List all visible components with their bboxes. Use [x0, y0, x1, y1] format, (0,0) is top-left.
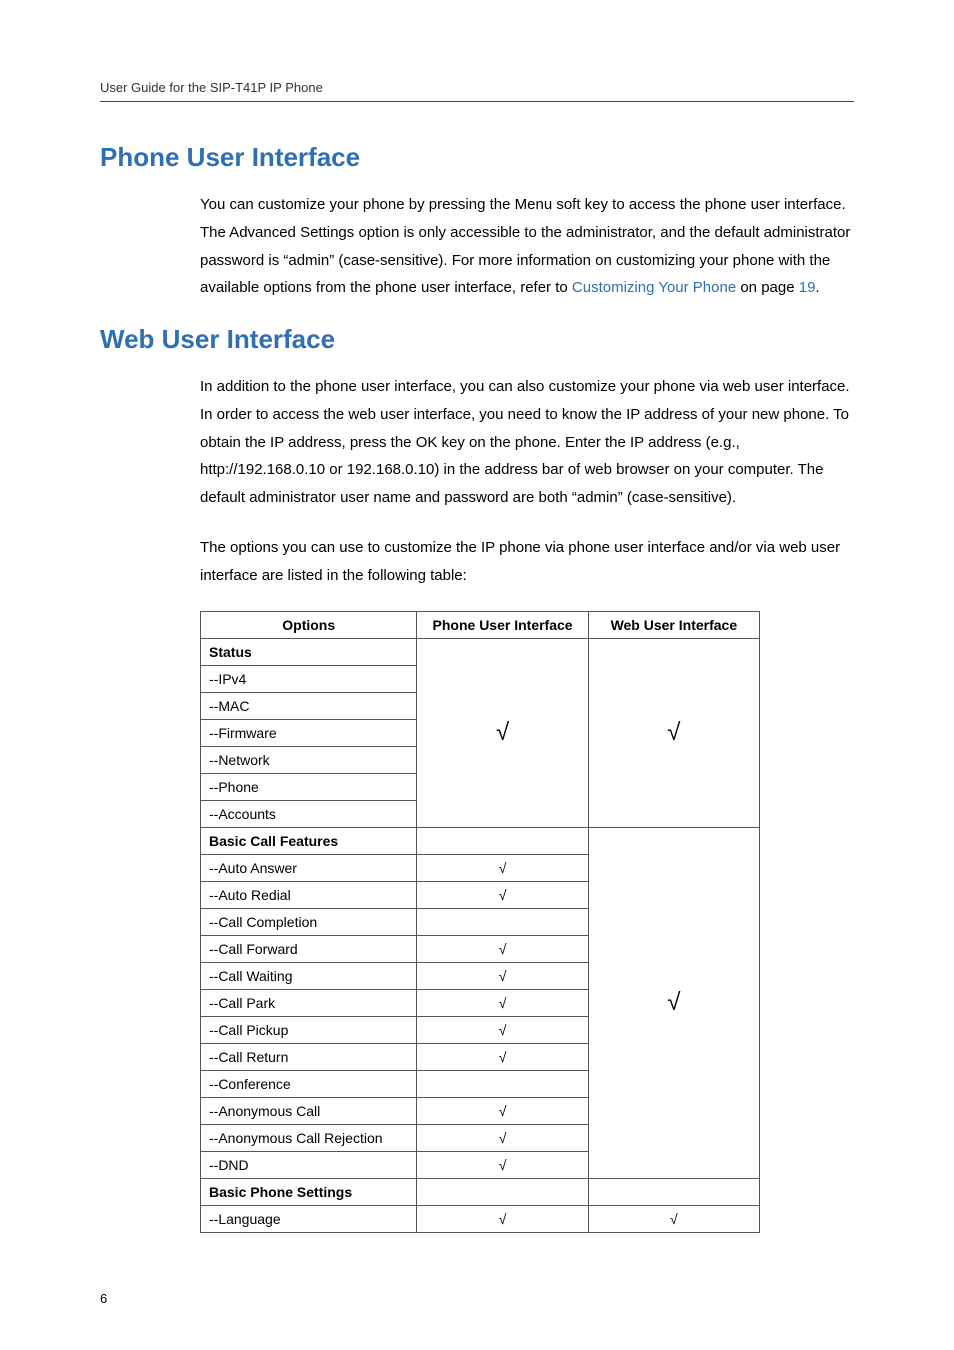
table-row: --Language √ √: [201, 1206, 760, 1233]
cell-call-return-pui: √: [417, 1044, 588, 1071]
cell-network: --Network: [201, 747, 417, 774]
table-row: Basic Call Features √: [201, 828, 760, 855]
cell-call-forward-pui: √: [417, 936, 588, 963]
cell-status-wui: √: [588, 639, 759, 828]
cell-dnd: --DND: [201, 1152, 417, 1179]
cell-conference-pui: [417, 1071, 588, 1098]
options-table: Options Phone User Interface Web User In…: [200, 611, 760, 1233]
cell-call-return: --Call Return: [201, 1044, 417, 1071]
text-on-page: on page: [736, 279, 799, 296]
cell-bcf-pui: [417, 828, 588, 855]
cell-firmware: --Firmware: [201, 720, 417, 747]
link-page-ref[interactable]: 19: [799, 279, 816, 296]
cell-auto-answer: --Auto Answer: [201, 855, 417, 882]
cell-call-park: --Call Park: [201, 990, 417, 1017]
link-customizing-your-phone[interactable]: Customizing Your Phone: [572, 279, 736, 296]
check-icon: √: [499, 1022, 507, 1038]
cell-anon-rej-pui: √: [417, 1125, 588, 1152]
cell-conference: --Conference: [201, 1071, 417, 1098]
page: User Guide for the SIP-T41P IP Phone Pho…: [0, 0, 954, 1350]
paragraph-web-ui-1: In addition to the phone user interface,…: [200, 373, 854, 512]
col-header-web-ui: Web User Interface: [588, 612, 759, 639]
running-head: User Guide for the SIP-T41P IP Phone: [100, 80, 854, 102]
check-icon: √: [499, 1130, 507, 1146]
cell-ipv4: --IPv4: [201, 666, 417, 693]
cell-phone: --Phone: [201, 774, 417, 801]
check-icon: √: [499, 1049, 507, 1065]
cell-status: Status: [201, 639, 417, 666]
check-icon: √: [496, 719, 509, 746]
cell-bcf: Basic Call Features: [201, 828, 417, 855]
cell-call-pickup-pui: √: [417, 1017, 588, 1044]
cell-dnd-pui: √: [417, 1152, 588, 1179]
check-icon: √: [499, 860, 507, 876]
cell-accounts: --Accounts: [201, 801, 417, 828]
table-header-row: Options Phone User Interface Web User In…: [201, 612, 760, 639]
cell-status-pui: √: [417, 639, 588, 828]
text-period: .: [815, 279, 819, 296]
check-icon: √: [499, 1211, 507, 1227]
check-icon: √: [670, 1211, 678, 1227]
cell-anon-call: --Anonymous Call: [201, 1098, 417, 1125]
cell-language-wui: √: [588, 1206, 759, 1233]
check-icon: √: [499, 995, 507, 1011]
table-row: Basic Phone Settings: [201, 1179, 760, 1206]
paragraph-phone-ui: You can customize your phone by pressing…: [200, 191, 854, 302]
cell-call-pickup: --Call Pickup: [201, 1017, 417, 1044]
check-icon: √: [499, 968, 507, 984]
cell-call-waiting-pui: √: [417, 963, 588, 990]
check-icon: √: [667, 719, 680, 746]
cell-anon-call-pui: √: [417, 1098, 588, 1125]
col-header-options: Options: [201, 612, 417, 639]
col-header-phone-ui: Phone User Interface: [417, 612, 588, 639]
cell-anon-rej: --Anonymous Call Rejection: [201, 1125, 417, 1152]
cell-call-waiting: --Call Waiting: [201, 963, 417, 990]
check-icon: √: [667, 989, 680, 1016]
check-icon: √: [499, 1103, 507, 1119]
check-icon: √: [499, 887, 507, 903]
cell-bps-wui: [588, 1179, 759, 1206]
check-icon: √: [499, 941, 507, 957]
paragraph-web-ui-2: The options you can use to customize the…: [200, 534, 854, 590]
cell-call-park-pui: √: [417, 990, 588, 1017]
cell-bps: Basic Phone Settings: [201, 1179, 417, 1206]
cell-call-forward: --Call Forward: [201, 936, 417, 963]
cell-call-completion: --Call Completion: [201, 909, 417, 936]
heading-web-user-interface: Web User Interface: [100, 324, 854, 355]
cell-bps-pui: [417, 1179, 588, 1206]
cell-auto-answer-pui: √: [417, 855, 588, 882]
cell-language-pui: √: [417, 1206, 588, 1233]
cell-auto-redial: --Auto Redial: [201, 882, 417, 909]
cell-bcf-wui: √: [588, 828, 759, 1179]
cell-auto-redial-pui: √: [417, 882, 588, 909]
check-icon: √: [499, 1157, 507, 1173]
cell-mac: --MAC: [201, 693, 417, 720]
heading-phone-user-interface: Phone User Interface: [100, 142, 854, 173]
page-number: 6: [100, 1291, 107, 1306]
table-row: Status √ √: [201, 639, 760, 666]
cell-call-completion-pui: [417, 909, 588, 936]
cell-language: --Language: [201, 1206, 417, 1233]
